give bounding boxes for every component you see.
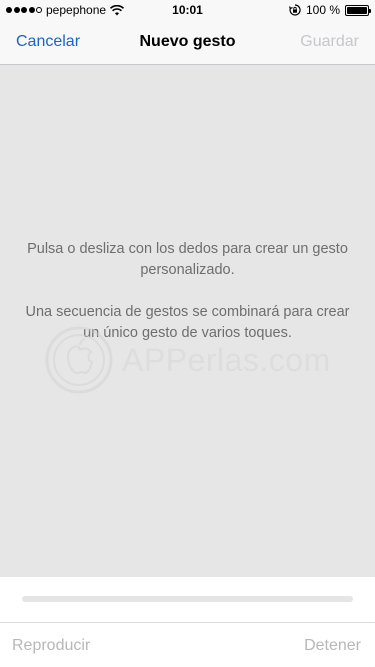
instruction-text-1: Pulsa o desliza con los dedos para crear…	[27, 241, 348, 278]
stop-button[interactable]: Detener	[304, 637, 361, 655]
status-bar: pepephone 10:01 100 %	[0, 0, 375, 20]
playback-progress-bar[interactable]	[22, 596, 353, 602]
watermark-text: APPerlas.com	[122, 341, 331, 378]
playback-bar: Reproducir Detener	[0, 577, 375, 667]
divider	[0, 622, 375, 623]
battery-fill	[347, 6, 367, 14]
gesture-canvas[interactable]: Pulsa o desliza con los dedos para crear…	[0, 65, 375, 577]
watermark: APPerlas.com	[44, 325, 331, 395]
navigation-bar: Cancelar Nuevo gesto Guardar	[0, 20, 375, 65]
battery-percent: 100 %	[305, 3, 340, 17]
rotation-lock-icon	[288, 4, 301, 16]
battery-icon	[345, 4, 371, 16]
save-button[interactable]: Guardar	[300, 33, 359, 51]
status-right: 100 %	[288, 3, 371, 17]
play-button[interactable]: Reproducir	[12, 637, 90, 655]
watermark-logo-icon	[45, 326, 113, 394]
